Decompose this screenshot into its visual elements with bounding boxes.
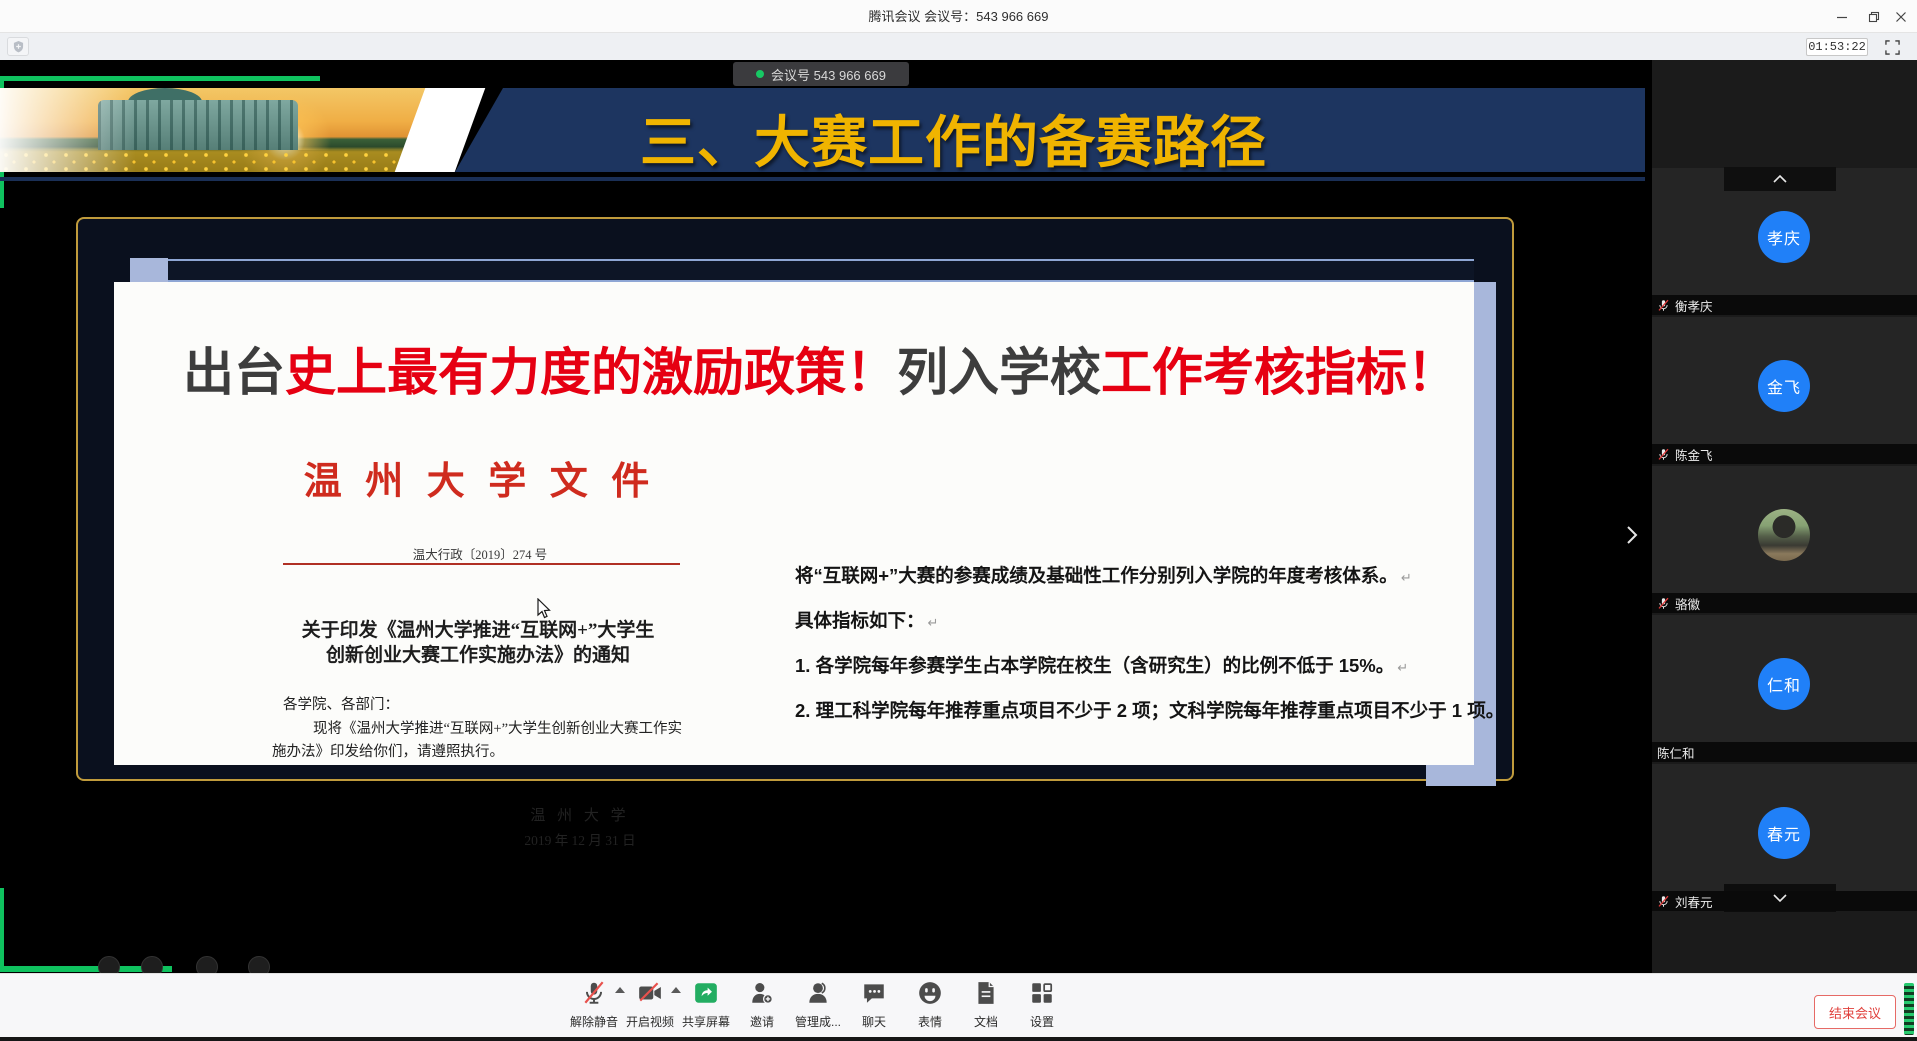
document-body-line2: 施办法》印发给你们，请遵照执行。	[272, 740, 504, 761]
return-mark-icon: ↵	[1401, 570, 1412, 585]
avatar-photo	[1758, 509, 1810, 561]
participants-scroll-up[interactable]	[1724, 167, 1836, 191]
avatar: 金飞	[1758, 360, 1810, 412]
security-shield-button[interactable]	[7, 37, 29, 56]
unmute-button[interactable]: 解除静音	[566, 973, 622, 1037]
shield-icon	[13, 40, 24, 53]
minimize-icon	[1836, 11, 1848, 23]
chat-button[interactable]: 聊天	[846, 973, 902, 1037]
document-number: 温大行政〔2019〕274 号	[270, 544, 690, 563]
banner-underline	[0, 177, 1645, 181]
panel-corner-square	[130, 258, 168, 284]
note-line-1: 将“互联网+”大赛的参赛成绩及基础性工作分别列入学院的年度考核体系。↵	[795, 553, 1475, 598]
toolbar-items: 解除静音 开启视频 共享屏幕	[566, 973, 1070, 1037]
close-icon	[1895, 11, 1907, 23]
manage-members-button[interactable]: 管理成...	[790, 973, 846, 1037]
docs-button[interactable]: 文档	[958, 973, 1014, 1037]
camera-off-icon	[637, 980, 663, 1006]
emoji-icon	[917, 980, 943, 1006]
photo-fade	[0, 88, 452, 172]
participant-tile[interactable]: 仁和 陈仁和	[1652, 615, 1917, 762]
share-border-top	[0, 76, 320, 81]
headline-seg4: 工作考核指标！	[1101, 344, 1458, 401]
mic-muted-icon	[1657, 448, 1670, 461]
document-title-line2: 创新创业大赛工作实施办法》的通知	[238, 640, 718, 667]
headline-seg2: 史上最有力度的激励政策！	[285, 344, 897, 401]
mic-muted-icon	[1657, 299, 1670, 312]
mic-muted-icon	[581, 980, 607, 1006]
invite-icon	[749, 980, 775, 1006]
panel-bottom-corner	[1426, 765, 1474, 786]
sub-toolbar	[0, 33, 1917, 60]
start-video-button[interactable]: 开启视频	[622, 973, 678, 1037]
document-letterhead: 温 州 大 学 文 件	[270, 450, 690, 505]
close-button[interactable]	[1885, 0, 1917, 33]
mic-muted-icon	[1657, 597, 1670, 610]
docs-icon	[973, 980, 999, 1006]
participant-label: 骆徽	[1652, 593, 1917, 613]
participant-name: 陈仁和	[1657, 743, 1695, 762]
slide-banner-title: 三、大赛工作的备赛路径	[640, 98, 1267, 179]
participant-label: 衡孝庆	[1652, 295, 1917, 315]
participant-label: 陈金飞	[1652, 444, 1917, 464]
participant-name: 刘春元	[1675, 892, 1713, 911]
note-line-2: 具体指标如下：↵	[795, 598, 1475, 643]
emoji-button[interactable]: 表情	[902, 973, 958, 1037]
document-body-line1: 现将《温州大学推进“互联网+”大学生创新创业大赛工作实	[313, 717, 682, 738]
sidebar-expand-arrow[interactable]	[1622, 522, 1642, 548]
chevron-up-icon	[1772, 174, 1788, 184]
restore-icon	[1868, 11, 1880, 23]
avatar: 仁和	[1758, 658, 1810, 710]
participant-label: 陈仁和	[1652, 742, 1917, 762]
live-dot-icon	[756, 70, 764, 78]
chat-icon	[861, 980, 887, 1006]
fullscreen-button[interactable]	[1882, 39, 1902, 56]
participant-tile[interactable]: 骆徽	[1652, 466, 1917, 613]
mic-muted-icon	[1657, 895, 1670, 908]
participant-name: 衡孝庆	[1675, 296, 1713, 315]
meeting-timer: 01:53:22	[1806, 38, 1868, 56]
share-screen-button[interactable]: 共享屏幕	[678, 973, 734, 1037]
mouse-cursor-icon	[534, 598, 552, 620]
minimize-button[interactable]	[1826, 0, 1858, 33]
headline-seg3: 列入学校	[897, 344, 1101, 401]
participant-name: 骆徽	[1675, 594, 1700, 613]
avatar: 春元	[1758, 807, 1810, 859]
panel-top-strip	[168, 259, 1474, 282]
note-line-4: 2. 理工科学院每年推荐重点项目不少于 2 项；文科学院每年推荐重点项目不少于 …	[795, 688, 1475, 733]
settings-grid-icon	[1029, 980, 1055, 1006]
document-red-rule	[283, 563, 680, 565]
avatar: 孝庆	[1758, 211, 1810, 263]
document-date: 2019 年 12 月 31 日	[450, 829, 710, 849]
tencent-meeting-window: 腾讯会议 会议号：543 966 669 01:53:22 会议号 543 96…	[0, 0, 1917, 1041]
slide-headline: 出台史上最有力度的激励政策！列入学校工作考核指标！	[183, 331, 1483, 405]
document-signature: 温 州 大 学	[450, 804, 710, 825]
invite-button[interactable]: 邀请	[734, 973, 790, 1037]
fullscreen-icon	[1885, 40, 1900, 55]
chevron-down-icon	[1772, 893, 1788, 903]
slide-header-photo	[0, 88, 452, 172]
participant-name: 陈金飞	[1675, 445, 1713, 464]
share-border-left-bottom	[0, 888, 4, 972]
chevron-right-icon	[1625, 523, 1639, 547]
audio-level-indicator	[1904, 983, 1914, 1035]
end-meeting-button[interactable]: 结束会议	[1814, 995, 1896, 1029]
slide-notes: 将“互联网+”大赛的参赛成绩及基础性工作分别列入学院的年度考核体系。↵ 具体指标…	[795, 553, 1475, 733]
headline-seg1: 出台	[183, 344, 285, 401]
meeting-id-pill[interactable]: 会议号 543 966 669	[733, 62, 909, 86]
bottom-edge	[0, 1037, 1917, 1041]
return-mark-icon: ↵	[1397, 660, 1408, 675]
window-title: 腾讯会议 会议号：543 966 669	[0, 0, 1917, 33]
participants-scroll-down[interactable]	[1724, 884, 1836, 912]
note-line-3: 1. 各学院每年参赛学生占本学院在校生（含研究生）的比例不低于 15%。↵	[795, 643, 1475, 688]
participant-tile[interactable]: 金飞 陈金飞	[1652, 317, 1917, 464]
share-screen-icon	[693, 980, 719, 1006]
document-salutation: 各学院、各部门：	[283, 693, 399, 714]
meeting-id-text: 会议号 543 966 669	[771, 65, 886, 84]
document-title-line1: 关于印发《温州大学推进“互联网+”大学生	[238, 615, 718, 642]
settings-button[interactable]: 设置	[1014, 973, 1070, 1037]
return-mark-icon: ↵	[928, 615, 939, 630]
manage-members-icon	[805, 980, 831, 1006]
